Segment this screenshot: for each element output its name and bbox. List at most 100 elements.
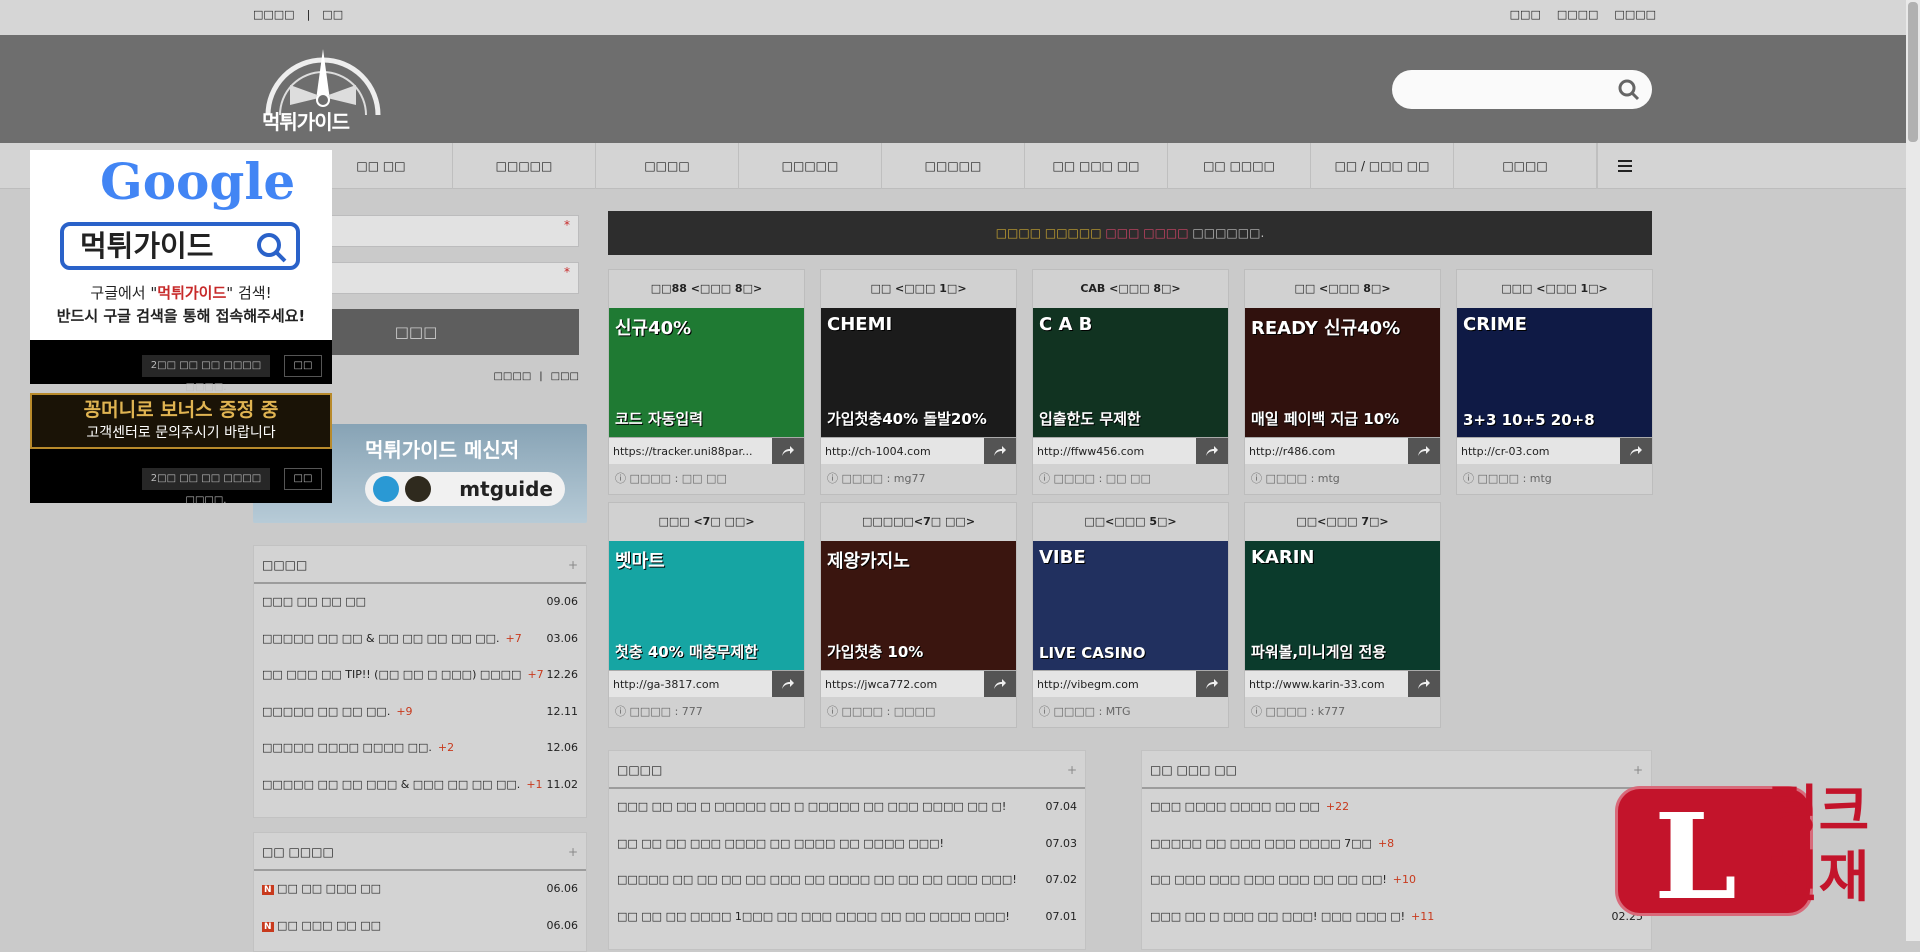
site-card[interactable]: □□ <□□□ 1□> CHEMI 가입첫충40% 돌발20% http://ch-1… xyxy=(820,269,1017,495)
list-item[interactable]: □□□□□ □□□□ □□□□ □□. +2 12.06 xyxy=(254,730,586,767)
site-logo[interactable]: 먹튀가이드 xyxy=(260,45,386,137)
card-banner[interactable]: 제왕카지노 가입첫충 10% xyxy=(821,541,1016,670)
nav-item-7[interactable]: □□ □□□□ xyxy=(1168,143,1311,189)
top-link-join[interactable]: □□□□ xyxy=(1557,8,1599,21)
bonus-banner: 꽁머니로 보너스 증정 중 고객센터로 문의주시기 바랍니다 xyxy=(30,393,332,449)
close-button[interactable]: □□ xyxy=(284,355,322,377)
list-item[interactable]: □□□ □□ □□ □ □□□□□ □□ □ □□□□□ □□ □□□ □□□□… xyxy=(609,789,1085,826)
popup-line-2: 반드시 구글 검색을 통해 접속해주세요! xyxy=(56,307,306,325)
share-icon[interactable] xyxy=(984,671,1016,697)
info-icon: ⓘ xyxy=(1039,472,1050,485)
info-icon: ⓘ xyxy=(615,472,626,485)
list-item[interactable]: N □□ □□ □□□ □□ 06.06 xyxy=(254,871,586,908)
share-icon[interactable] xyxy=(772,438,804,464)
join-link[interactable]: □□□□ xyxy=(493,371,531,382)
list-item[interactable]: □□ □□□ □□□ □□□ □□□ □□ □□ □□!+100 xyxy=(1142,862,1651,899)
top-link-find[interactable]: □□□□ xyxy=(1614,8,1656,21)
search-box xyxy=(1392,70,1652,109)
google-logo: Google xyxy=(100,152,296,211)
card-title: CAB <□□□ 8□> xyxy=(1080,282,1181,295)
card-banner[interactable]: CRIME 3+3 10+5 20+8 xyxy=(1457,308,1652,437)
close-button[interactable]: □□ xyxy=(284,468,322,490)
share-icon[interactable] xyxy=(772,671,804,697)
card-banner[interactable]: C A B 입출한도 무제한 xyxy=(1033,308,1228,437)
hide-2h-button[interactable]: 2□□ □□ □□ □□□□ □□□□. xyxy=(142,355,270,393)
nav-item-4[interactable]: □□□□□ xyxy=(739,143,882,189)
card-url[interactable]: http://www.karin-33.com xyxy=(1245,671,1408,697)
card-banner[interactable]: KARIN 파워볼,미니게임 전용 xyxy=(1245,541,1440,670)
site-card[interactable]: □□<□□□ 5□> VIBE LIVE CASINO http://vibegm.c… xyxy=(1032,502,1229,728)
nav-item-9[interactable]: □□□□ xyxy=(1454,143,1597,189)
notice-banner[interactable]: □□□□ □□□□□ □□□ □□□□ □□□□□□. xyxy=(608,211,1652,255)
card-banner[interactable]: VIBE LIVE CASINO xyxy=(1033,541,1228,670)
left-board-1: □□□□ + □□□ □□ □□ □□ 09.06 □□□□□ □□ □□ & □□… xyxy=(253,545,587,818)
nav-item-2[interactable]: □□□□□ xyxy=(453,143,596,189)
card-author: ⓘ □□□□ : □□□□ xyxy=(827,705,936,718)
card-title: □□□ <□□□ 1□> xyxy=(1501,282,1608,295)
info-icon: ⓘ xyxy=(1251,472,1262,485)
search-icon[interactable] xyxy=(1618,79,1640,101)
list-item[interactable]: □□□□□ □□ □□□ □□□ □□□□ 7□□+80 xyxy=(1142,826,1651,863)
hide-2h-button[interactable]: 2□□ □□ □□ □□□□ □□□□. xyxy=(142,468,270,506)
hamburger-menu-icon[interactable] xyxy=(1597,143,1652,189)
scrollbar-thumb[interactable] xyxy=(1908,2,1918,142)
card-banner[interactable]: CHEMI 가입첫충40% 돌발20% xyxy=(821,308,1016,437)
nav-item-6[interactable]: □□ □□□ □□ xyxy=(1025,143,1168,189)
list-item[interactable]: N □□ □□□ □□ □□ 06.06 xyxy=(254,908,586,945)
card-banner[interactable]: 벳마트 첫충 40% 매충무제한 xyxy=(609,541,804,670)
card-author: ⓘ □□□□ : □□ □□ xyxy=(615,472,727,485)
more-plus-icon[interactable]: + xyxy=(1633,751,1643,789)
site-card[interactable]: □□<□□□ 7□> KARIN 파워볼,미니게임 전용 http://www.kar… xyxy=(1244,502,1441,728)
card-url[interactable]: https://tracker.uni88par... xyxy=(609,438,772,464)
top-link-login[interactable]: □□□ xyxy=(1510,8,1541,21)
watermark-text: 링크천재 xyxy=(1768,779,1870,909)
card-banner[interactable]: READY 신규40% 매일 페이백 지급 10% xyxy=(1245,308,1440,437)
list-item[interactable]: □□ □□ □□ □□□ □□□□ □□ □□□□ □□ □□□□ □□□! 07… xyxy=(609,826,1085,863)
card-url[interactable]: http://ch-1004.com xyxy=(821,438,984,464)
share-icon[interactable] xyxy=(984,438,1016,464)
board-title: □□□□ xyxy=(262,558,308,572)
list-item[interactable]: □□ □□ □□ □□□□ 1□□□ □□ □□□ □□□□ □□ □□ □□□… xyxy=(609,899,1085,936)
share-icon[interactable] xyxy=(1408,438,1440,464)
share-icon[interactable] xyxy=(1408,671,1440,697)
card-url[interactable]: http://vibegm.com xyxy=(1033,671,1196,697)
nav-item-8[interactable]: □□ / □□□ □□ xyxy=(1311,143,1454,189)
card-banner[interactable]: 신규40% 코드 자동입력 xyxy=(609,308,804,437)
site-card[interactable]: □□□ <7□ □□> 벳마트 첫충 40% 매충무제한 http://ga-3817… xyxy=(608,502,805,728)
list-item[interactable]: □□□ □□ □□ □□ 09.06 xyxy=(254,584,586,621)
top-link-1[interactable]: □□□□ xyxy=(253,8,295,21)
share-icon[interactable] xyxy=(1620,438,1652,464)
site-card[interactable]: □□□ <□□□ 1□> CRIME 3+3 10+5 20+8 http://cr-… xyxy=(1456,269,1653,495)
share-icon[interactable] xyxy=(1196,671,1228,697)
card-url[interactable]: http://ga-3817.com xyxy=(609,671,772,697)
card-url[interactable]: http://ffww456.com xyxy=(1033,438,1196,464)
site-card[interactable]: □□ <□□□ 8□> READY 신규40% 매일 페이백 지급 10% http:… xyxy=(1244,269,1441,495)
nav-item-3[interactable]: □□□□ xyxy=(596,143,739,189)
more-plus-icon[interactable]: + xyxy=(1067,751,1077,789)
find-link[interactable]: □□□ xyxy=(551,371,579,382)
list-item[interactable]: □□ □□□ □□ TIP!! (□□ □□ □ □□□) □□□□ +7 12.2… xyxy=(254,657,586,694)
card-url[interactable]: http://r486.com xyxy=(1245,438,1408,464)
top-link-2[interactable]: □□ xyxy=(322,8,343,21)
card-url[interactable]: https://jwca772.com xyxy=(821,671,984,697)
list-item[interactable]: □□□□□ □□ □□ □□ □□ □□□ □□ □□□□ □□ □□ □□ □… xyxy=(609,862,1085,899)
more-plus-icon[interactable]: + xyxy=(568,833,578,871)
list-item[interactable]: □□□□□ □□ □□ □□. +9 12.11 xyxy=(254,694,586,731)
list-item[interactable]: □□□□□ □□ □□ □□□ & □□□ □□ □□ □□. +1 11.02 xyxy=(254,767,586,804)
list-item[interactable]: □□□ □□ □ □□□ □□ □□□! □□□ □□□ □! +11 02.25 xyxy=(1142,899,1651,936)
list-item[interactable]: □□□ □□□□ □□□□ □□ □□+220 xyxy=(1142,789,1651,826)
google-popup: Google 먹튀가이드 구글에서 "먹튀가이드" 검색! 반드시 구글 검색을… xyxy=(30,150,332,393)
messenger-title: 먹튀가이드 메신저 xyxy=(365,438,520,462)
site-card[interactable]: □□□□□<7□ □□> 제왕카지노 가입첫충 10% https://jwca772… xyxy=(820,502,1017,728)
nav-item-5[interactable]: □□□□□ xyxy=(882,143,1025,189)
list-item[interactable]: □□□□□ □□ □□ & □□ □□ □□ □□ □□. +7 03.06 xyxy=(254,621,586,658)
site-card[interactable]: □□88 <□□□ 8□> 신규40% 코드 자동입력 https://tracker… xyxy=(608,269,805,495)
card-title: □□ <□□□ 8□> xyxy=(1294,282,1391,295)
required-star: * xyxy=(564,218,570,232)
more-plus-icon[interactable]: + xyxy=(568,546,578,584)
search-input[interactable] xyxy=(1406,78,1606,100)
card-url[interactable]: http://cr-03.com xyxy=(1457,438,1620,464)
site-card[interactable]: CAB <□□□ 8□> C A B 입출한도 무제한 http://ffww456.… xyxy=(1032,269,1229,495)
share-icon[interactable] xyxy=(1196,438,1228,464)
scrollbar[interactable] xyxy=(1906,0,1920,941)
